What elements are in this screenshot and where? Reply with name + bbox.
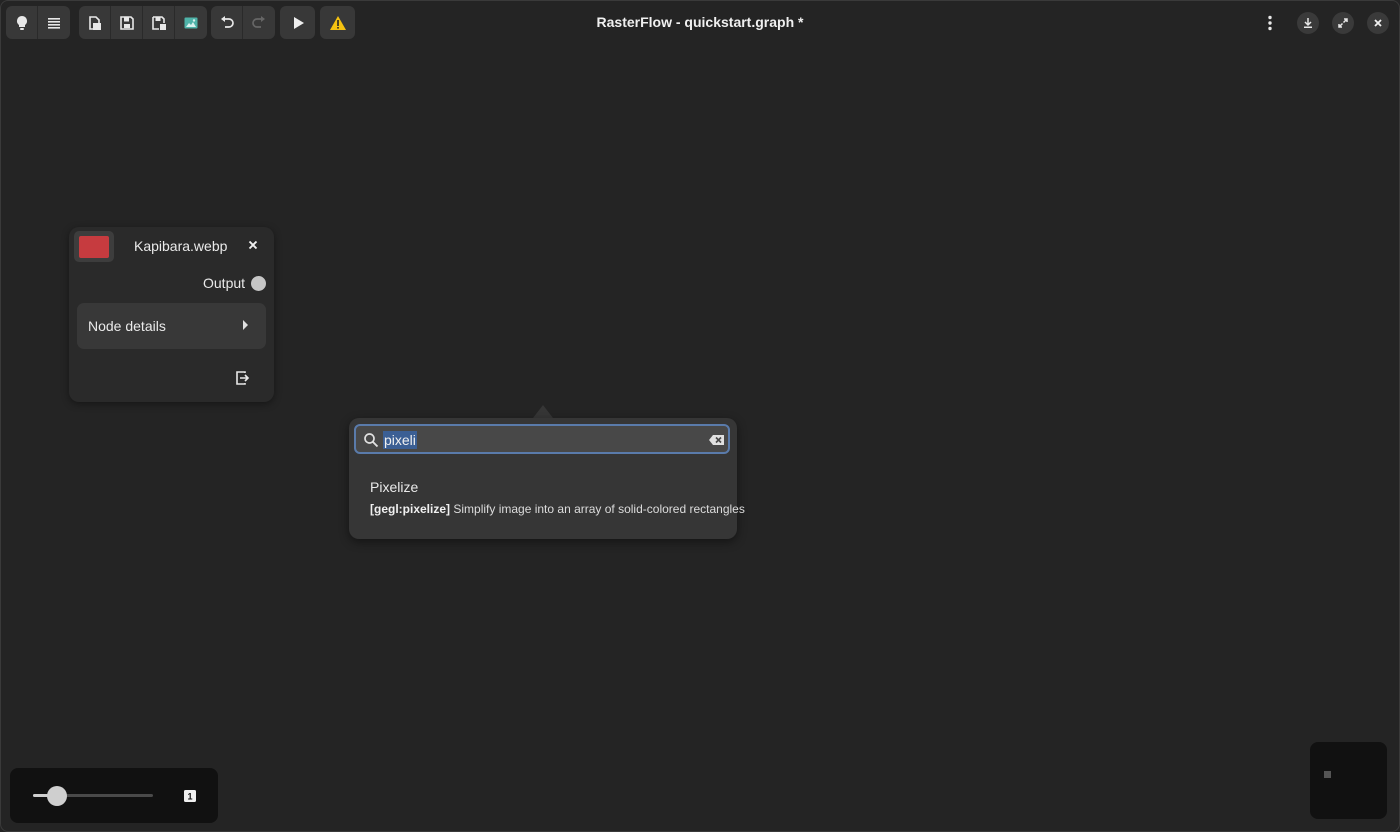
- lightbulb-icon: [16, 15, 27, 30]
- output-label: Output: [203, 275, 246, 291]
- search-entry[interactable]: pixeli: [354, 424, 730, 454]
- warning-icon: [329, 15, 346, 30]
- add-node-popover: pixeli Pixelize [gegl:pixelize] Simplify…: [349, 418, 745, 539]
- undo-button[interactable]: [211, 6, 243, 39]
- redo-button[interactable]: [243, 6, 275, 39]
- tips-button[interactable]: [6, 6, 38, 39]
- save-button[interactable]: [111, 6, 143, 39]
- new-graph-button[interactable]: [79, 6, 111, 39]
- zoom-panel: 1: [10, 768, 218, 823]
- export-image-button[interactable]: [175, 6, 207, 39]
- more-icon: [1268, 15, 1272, 31]
- chevron-right-icon: [243, 320, 248, 330]
- node-details-label: Node details: [88, 318, 166, 334]
- clear-search-icon[interactable]: [708, 432, 726, 448]
- file-button-group: [79, 6, 207, 39]
- maximize-button[interactable]: [1332, 12, 1354, 34]
- zoom-slider-knob[interactable]: [47, 786, 67, 806]
- save-as-icon: [151, 15, 166, 30]
- play-icon: [293, 16, 304, 29]
- minimap[interactable]: [1310, 742, 1387, 819]
- close-icon: [1374, 19, 1382, 27]
- image-node[interactable]: Kapibara.webp Output Node details: [69, 227, 274, 402]
- header-bar: RasterFlow - quickstart.graph *: [1, 1, 1399, 45]
- search-input-text[interactable]: pixeli: [383, 431, 417, 449]
- new-file-icon: [88, 15, 101, 30]
- node-export-button[interactable]: [234, 370, 250, 386]
- app-button-group: [6, 6, 70, 39]
- node-title: Kapibara.webp: [134, 238, 228, 254]
- download-icon: [1304, 18, 1312, 28]
- fullscreen-icon: [1338, 18, 1348, 28]
- history-button-group: [211, 6, 275, 39]
- search-result-item[interactable]: Pixelize [gegl:pixelize] Simplify image …: [349, 470, 745, 522]
- reset-zoom-label: 1: [187, 792, 192, 802]
- reset-zoom-button[interactable]: 1: [184, 789, 196, 802]
- save-icon: [119, 15, 134, 30]
- thumbnail-color-swatch: [79, 235, 109, 258]
- node-close-button[interactable]: [245, 237, 261, 253]
- close-icon: [248, 240, 258, 250]
- minimap-node-marker: [1324, 771, 1331, 778]
- minimize-button[interactable]: [1297, 12, 1319, 34]
- export-icon: [236, 371, 250, 385]
- image-icon: [184, 17, 198, 28]
- warnings-button[interactable]: [320, 6, 355, 39]
- redo-icon: [252, 15, 265, 28]
- node-details-expander[interactable]: Node details: [77, 303, 266, 349]
- search-icon: [364, 433, 379, 448]
- result-description-text: Simplify image into an array of solid-co…: [453, 502, 745, 516]
- result-operation-id: [gegl:pixelize]: [370, 502, 451, 516]
- result-description: [gegl:pixelize] Simplify image into an a…: [370, 502, 745, 516]
- close-window-button[interactable]: [1367, 12, 1389, 34]
- run-button[interactable]: [280, 6, 315, 39]
- zoom-original-icon: 1: [184, 790, 196, 802]
- app-window: RasterFlow - quickstart.graph * Kapibara…: [0, 0, 1400, 832]
- main-menu-button[interactable]: [38, 6, 70, 39]
- result-name: Pixelize: [370, 479, 419, 495]
- list-icon: [48, 17, 60, 29]
- more-options-button[interactable]: [1259, 12, 1281, 34]
- popover-arrow: [533, 405, 553, 418]
- undo-icon: [220, 15, 234, 28]
- output-port[interactable]: [251, 276, 266, 291]
- node-thumbnail[interactable]: [74, 231, 114, 262]
- save-as-button[interactable]: [143, 6, 175, 39]
